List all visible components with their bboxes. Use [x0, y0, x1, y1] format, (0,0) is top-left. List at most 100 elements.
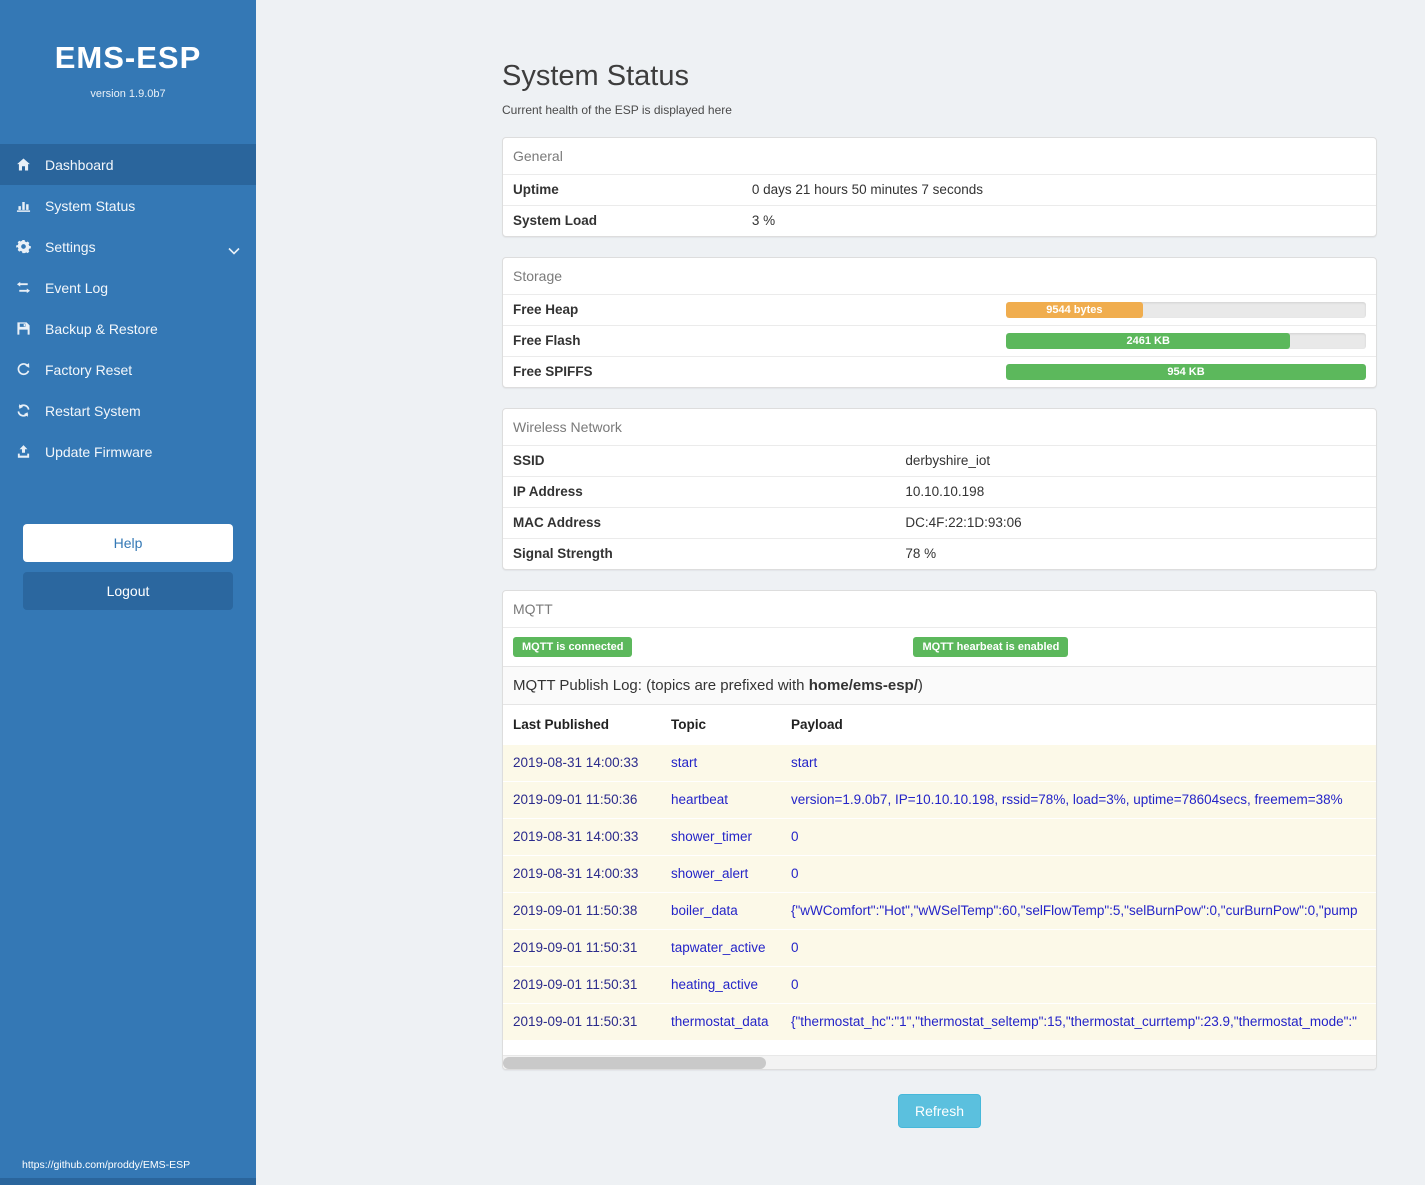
mac-address-value: DC:4F:22:1D:93:06: [905, 515, 1021, 531]
log-payload: {"wWComfort":"Hot","wWSelTemp":60,"selFl…: [791, 903, 1366, 919]
log-published: 2019-09-01 11:50:31: [513, 940, 671, 956]
free-heap-value: 9544 bytes: [1046, 304, 1102, 316]
log-topic: tapwater_active: [671, 940, 791, 956]
log-topic: start: [671, 755, 791, 771]
sidebar-item-settings[interactable]: Settings: [0, 226, 256, 267]
sidebar-item-label: Backup & Restore: [45, 321, 158, 337]
log-topic: shower_alert: [671, 866, 791, 882]
sidebar-item-label: Restart System: [45, 403, 141, 419]
log-published: 2019-09-01 11:50:31: [513, 1014, 671, 1030]
signal-strength-value: 78 %: [905, 546, 936, 562]
log-payload: version=1.9.0b7, IP=10.10.10.198, rssid=…: [791, 792, 1366, 808]
storage-panel: Storage Free Heap 9544 bytes Free Flash …: [502, 257, 1377, 388]
free-spiffs-label: Free SPIFFS: [513, 364, 593, 380]
uptime-row: Uptime 0 days 21 hours 50 minutes 7 seco…: [503, 174, 1376, 205]
sidebar-item-dashboard[interactable]: Dashboard: [0, 144, 256, 185]
app-brand: EMS-ESP version 1.9.0b7: [0, 0, 256, 100]
sidebar-item-label: Dashboard: [45, 157, 114, 173]
sidebar-item-system-status[interactable]: System Status: [0, 185, 256, 226]
reset-icon: [16, 362, 45, 377]
ip-address-row: IP Address 10.10.10.198: [503, 476, 1376, 507]
sidebar-item-backup-restore[interactable]: Backup & Restore: [0, 308, 256, 349]
sidebar-item-event-log[interactable]: Event Log: [0, 267, 256, 308]
storage-panel-header: Storage: [503, 258, 1376, 294]
log-topic: shower_timer: [671, 829, 791, 845]
wireless-panel: Wireless Network SSID derbyshire_iot IP …: [502, 408, 1377, 570]
log-payload: start: [791, 755, 1366, 771]
free-heap-row: Free Heap 9544 bytes: [503, 294, 1376, 325]
page-title: System Status: [502, 60, 1377, 93]
mqtt-publish-log-heading: MQTT Publish Log: (topics are prefixed w…: [503, 666, 1376, 705]
log-published: 2019-08-31 14:00:33: [513, 866, 671, 882]
free-spiffs-value: 954 KB: [1167, 366, 1204, 378]
general-panel: General Uptime 0 days 21 hours 50 minute…: [502, 137, 1377, 237]
sidebar-nav: Dashboard System Status Settings Event L…: [0, 144, 256, 472]
main-content: System Status Current health of the ESP …: [502, 60, 1377, 1128]
help-button[interactable]: Help: [23, 524, 233, 562]
table-row: 2019-09-01 11:50:38 boiler_data {"wWComf…: [503, 893, 1376, 930]
free-flash-row: Free Flash 2461 KB: [503, 325, 1376, 356]
github-link[interactable]: https://github.com/proddy/EMS-ESP: [22, 1159, 190, 1171]
chevron-down-icon: [228, 242, 240, 258]
save-icon: [16, 321, 45, 336]
mac-address-row: MAC Address DC:4F:22:1D:93:06: [503, 507, 1376, 538]
general-panel-header: General: [503, 138, 1376, 174]
table-row: 2019-09-01 11:50:31 heating_active 0: [503, 967, 1376, 1004]
sidebar-item-label: Factory Reset: [45, 362, 132, 378]
free-heap-progress-fill: 9544 bytes: [1006, 302, 1143, 318]
wireless-panel-header: Wireless Network: [503, 409, 1376, 445]
system-load-label: System Load: [513, 213, 752, 229]
free-heap-progress: 9544 bytes: [1006, 302, 1366, 318]
gear-icon: [16, 239, 45, 254]
free-heap-label: Free Heap: [513, 302, 578, 318]
sidebar-item-label: Event Log: [45, 280, 108, 296]
free-spiffs-row: Free SPIFFS 954 KB: [503, 356, 1376, 387]
system-load-value: 3 %: [752, 213, 775, 229]
scrollbar-thumb[interactable]: [503, 1057, 766, 1069]
table-row: 2019-09-01 11:50:36 heartbeat version=1.…: [503, 782, 1376, 819]
home-icon: [16, 157, 45, 172]
free-spiffs-progress-fill: 954 KB: [1006, 364, 1366, 380]
table-row: 2019-09-01 11:50:31 thermostat_data {"th…: [503, 1004, 1376, 1041]
app-version: version 1.9.0b7: [0, 88, 256, 100]
page-subtitle: Current health of the ESP is displayed h…: [502, 103, 1377, 117]
sidebar-item-label: Settings: [45, 239, 96, 255]
signal-strength-label: Signal Strength: [513, 546, 905, 562]
free-flash-progress: 2461 KB: [1006, 333, 1366, 349]
sidebar-item-factory-reset[interactable]: Factory Reset: [0, 349, 256, 390]
mqtt-log-header-row: Last Published Topic Payload: [503, 705, 1376, 745]
log-topic: thermostat_data: [671, 1014, 791, 1030]
horizontal-scrollbar[interactable]: [503, 1055, 1376, 1069]
uptime-value: 0 days 21 hours 50 minutes 7 seconds: [752, 182, 983, 198]
publish-log-topic-prefix: home/ems-esp/: [809, 677, 918, 694]
sidebar-item-restart-system[interactable]: Restart System: [0, 390, 256, 431]
exchange-arrows-icon: [16, 280, 45, 295]
log-payload: 0: [791, 866, 1366, 882]
log-payload: 0: [791, 977, 1366, 993]
log-published: 2019-09-01 11:50:38: [513, 903, 671, 919]
table-row: 2019-08-31 14:00:33 shower_timer 0: [503, 819, 1376, 856]
ssid-label: SSID: [513, 453, 905, 469]
log-payload: 0: [791, 940, 1366, 956]
refresh-button[interactable]: Refresh: [898, 1094, 981, 1128]
logout-button[interactable]: Logout: [23, 572, 233, 610]
signal-strength-row: Signal Strength 78 %: [503, 538, 1376, 569]
publish-log-text: MQTT Publish Log: (topics are prefixed w…: [513, 677, 809, 694]
mqtt-log-table: Last Published Topic Payload 2019-08-31 …: [503, 705, 1376, 1041]
restart-icon: [16, 403, 45, 418]
sidebar-item-update-firmware[interactable]: Update Firmware: [0, 431, 256, 472]
publish-log-suffix: ): [918, 677, 923, 694]
log-published: 2019-09-01 11:50:31: [513, 977, 671, 993]
free-flash-progress-fill: 2461 KB: [1006, 333, 1290, 349]
log-published: 2019-09-01 11:50:36: [513, 792, 671, 808]
ip-address-value: 10.10.10.198: [905, 484, 984, 500]
sidebar-item-label: Update Firmware: [45, 444, 152, 460]
sidebar-item-label: System Status: [45, 198, 135, 214]
upload-icon: [16, 444, 45, 459]
mqtt-panel-header: MQTT: [503, 591, 1376, 627]
ip-address-label: IP Address: [513, 484, 905, 500]
mqtt-connected-badge: MQTT is connected: [513, 637, 632, 657]
log-payload: {"thermostat_hc":"1","thermostat_seltemp…: [791, 1014, 1366, 1030]
sidebar: EMS-ESP version 1.9.0b7 Dashboard System…: [0, 0, 256, 1185]
mqtt-badges-row: MQTT is connected MQTT hearbeat is enabl…: [503, 627, 1376, 666]
